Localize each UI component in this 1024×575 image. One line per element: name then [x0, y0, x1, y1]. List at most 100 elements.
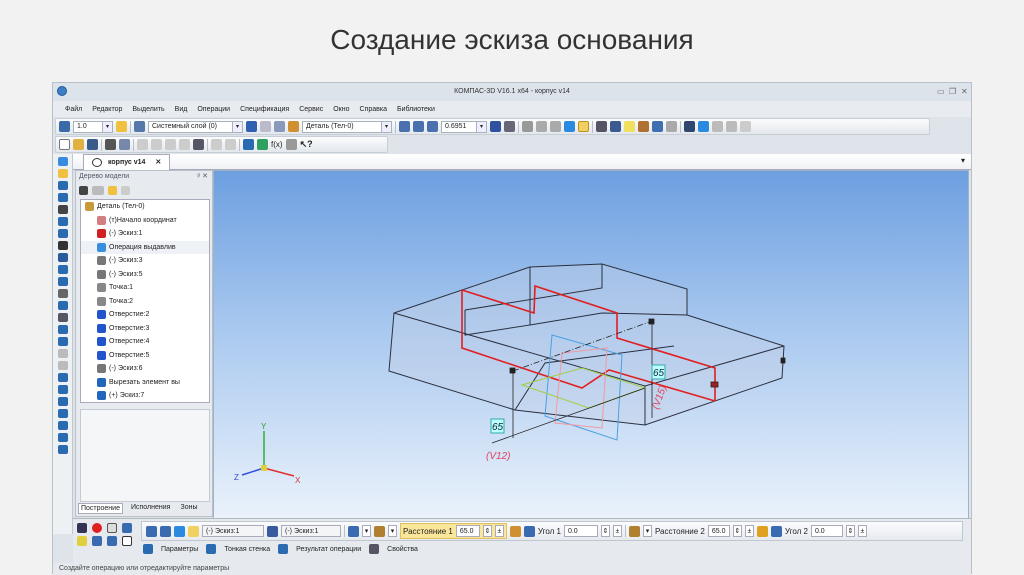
circle-icon[interactable]: [57, 337, 68, 346]
sketch-field-b[interactable]: (-) Эскиз:1: [281, 525, 341, 537]
tree-item[interactable]: Отверстие:4: [81, 335, 209, 349]
tree-item[interactable]: Отверстие:5: [81, 349, 209, 363]
help-pointer-icon[interactable]: ↖?: [300, 139, 313, 150]
angle2-spinner[interactable]: ⇕: [845, 525, 855, 537]
tool-icon[interactable]: [57, 397, 68, 406]
house-icon[interactable]: [638, 121, 649, 132]
weld-icon[interactable]: [726, 121, 737, 132]
tab-zones[interactable]: Зоны: [178, 503, 199, 514]
restore-icon[interactable]: ❐: [949, 87, 956, 96]
tree-item[interactable]: Отверстие:2: [81, 308, 209, 322]
grid-step-icon[interactable]: [59, 121, 70, 132]
orient-icon[interactable]: [260, 121, 271, 132]
tree-item[interactable]: Деталь (Тел-0): [81, 200, 209, 214]
tool-icon[interactable]: [57, 433, 68, 442]
tool-icon[interactable]: [57, 253, 68, 262]
tab-properties[interactable]: Свойства: [387, 546, 418, 553]
tool-icon[interactable]: [57, 181, 68, 190]
menu-libraries[interactable]: Библиотеки: [397, 106, 435, 113]
direction-dropdown[interactable]: ▾: [362, 525, 371, 537]
check-icon[interactable]: [274, 121, 285, 132]
tree-item[interactable]: (-) Эскиз:3: [81, 254, 209, 268]
distance2-sign[interactable]: ±: [744, 525, 754, 537]
direction-mode-icon[interactable]: [348, 525, 359, 537]
method-dropdown[interactable]: ▾: [388, 525, 397, 537]
rotate-icon[interactable]: [490, 121, 501, 132]
distance2-input[interactable]: 65.0: [707, 525, 730, 537]
stop-icon[interactable]: [92, 523, 102, 533]
tool-icon[interactable]: [57, 241, 68, 250]
solid-icon[interactable]: [698, 121, 709, 132]
extrude-method-icon[interactable]: [374, 525, 385, 537]
tool-icon[interactable]: [57, 157, 68, 166]
angle1-sign[interactable]: ±: [612, 525, 622, 537]
sketch-select-icon[interactable]: [188, 525, 199, 537]
polyline-icon[interactable]: [57, 373, 68, 382]
enter-icon[interactable]: [77, 523, 87, 533]
tool-icon[interactable]: [57, 217, 68, 226]
filter2-icon[interactable]: [610, 121, 621, 132]
tree-item[interactable]: (-) Эскиз:5: [81, 268, 209, 282]
zoom-in-icon[interactable]: [427, 121, 438, 132]
wireframe-icon[interactable]: [522, 121, 533, 132]
tree-item[interactable]: (-) Эскиз:6: [81, 362, 209, 376]
zoom-fit-icon[interactable]: [413, 121, 424, 132]
auto-icon[interactable]: [77, 536, 87, 546]
tree-item[interactable]: Операция выдавлив: [81, 240, 209, 254]
angle2-sign[interactable]: ±: [857, 525, 867, 537]
close-panel-icon[interactable]: ᵖ ✕: [198, 171, 208, 182]
tool-icon[interactable]: [57, 445, 68, 454]
distance2-spinner[interactable]: ⇕: [732, 525, 742, 537]
menu-specification[interactable]: Спецификация: [240, 106, 289, 113]
tool-icon[interactable]: [57, 193, 68, 202]
tool-icon[interactable]: [57, 349, 68, 358]
menu-view[interactable]: Вид: [175, 106, 188, 113]
tree-view-icon[interactable]: [92, 185, 104, 195]
menu-file[interactable]: Файл: [65, 106, 82, 113]
variables-button[interactable]: f(x): [271, 140, 283, 149]
tool-icon[interactable]: [57, 301, 68, 310]
redo-icon[interactable]: [225, 139, 236, 150]
table-icon[interactable]: [666, 121, 677, 132]
tool-icon[interactable]: [57, 421, 68, 430]
3d-viewport[interactable]: 65 (V12) 65 (V15) Y X Z: [213, 170, 969, 519]
tool-icon[interactable]: [57, 313, 68, 322]
tabs-dropdown-icon[interactable]: ▾: [961, 156, 965, 165]
direction-icon[interactable]: [267, 525, 278, 537]
tree-item[interactable]: Точка:2: [81, 295, 209, 309]
sheet-icon[interactable]: [712, 121, 723, 132]
menu-select[interactable]: Выделить: [132, 106, 164, 113]
method2-icon[interactable]: [628, 525, 640, 537]
calc-icon[interactable]: [285, 139, 297, 150]
menu-edit[interactable]: Редактор: [92, 106, 122, 113]
hidden-lines-icon[interactable]: [536, 121, 547, 132]
tree-item[interactable]: (т)Начало координат: [81, 214, 209, 228]
manager-icon[interactable]: [243, 139, 254, 150]
new-icon[interactable]: [59, 139, 70, 150]
tree-item[interactable]: Отверстие:3: [81, 322, 209, 336]
tool-icon[interactable]: [57, 277, 68, 286]
angle1-icon[interactable]: [523, 525, 535, 537]
text-icon[interactable]: [740, 121, 751, 132]
tab-thin-wall[interactable]: Тонкая стенка: [224, 546, 270, 553]
distance1-input[interactable]: 65.0: [455, 525, 480, 537]
tree-mode-icon[interactable]: [79, 185, 88, 195]
surfaces-icon[interactable]: [684, 121, 695, 132]
angle2-input[interactable]: 0.0: [810, 525, 843, 537]
tree-option-icon[interactable]: [121, 185, 130, 195]
panel-icon[interactable]: [122, 523, 132, 533]
save-icon[interactable]: [87, 139, 98, 150]
point-icon[interactable]: [57, 289, 68, 298]
print-icon[interactable]: [105, 139, 116, 150]
tab-result[interactable]: Результат операции: [296, 546, 361, 553]
param-icon[interactable]: [160, 525, 171, 537]
tab-parameters[interactable]: Параметры: [161, 546, 198, 553]
expand-icon[interactable]: [107, 523, 117, 533]
reverse2-icon[interactable]: [756, 525, 768, 537]
tree-filter-icon[interactable]: [108, 185, 117, 195]
tree-item[interactable]: (+) Эскиз:7: [81, 389, 209, 402]
layer-select[interactable]: Системный слой (0) ▾: [148, 120, 243, 133]
dim1-value[interactable]: 65: [492, 422, 504, 433]
spline-icon[interactable]: [57, 385, 68, 394]
sync-icon[interactable]: [652, 121, 663, 132]
